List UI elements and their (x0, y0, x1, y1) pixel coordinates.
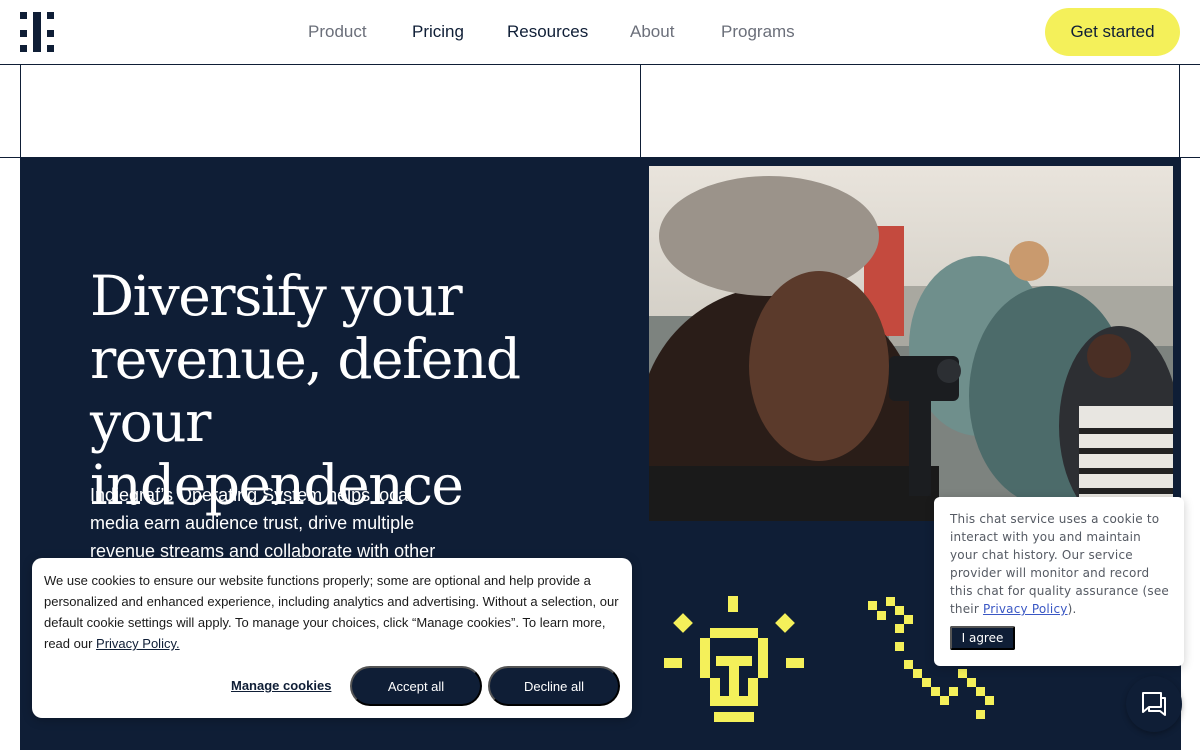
chat-privacy-link[interactable]: Privacy Policy (983, 602, 1068, 616)
decline-all-button[interactable]: Decline all (488, 666, 620, 706)
hero-description: Indiegraf’s Operating System helps local… (90, 485, 436, 561)
cookie-banner: We use cookies to ensure our website fun… (32, 558, 632, 718)
grid-divider (640, 64, 641, 158)
chat-notice-body: This chat service uses a cookie to inter… (950, 512, 1170, 616)
grid-frame (20, 64, 1180, 158)
cookie-privacy-link[interactable]: Privacy Policy. (96, 636, 180, 651)
chat-notice-end: ). (1067, 602, 1077, 616)
manage-cookies-link[interactable]: Manage cookies (231, 678, 331, 693)
nav-resources-link[interactable]: Resources (507, 22, 588, 42)
chat-notice-text: This chat service uses a cookie to inter… (950, 510, 1172, 618)
accept-all-button[interactable]: Accept all (350, 666, 482, 706)
hero-photo (649, 166, 1173, 521)
nav-about-link[interactable]: About (630, 22, 674, 42)
chat-cookie-notice: This chat service uses a cookie to inter… (934, 497, 1184, 666)
hero-title: Diversify your revenue, defend your inde… (90, 264, 521, 517)
chat-launcher-button[interactable] (1126, 676, 1182, 732)
chat-bubble-icon (1142, 692, 1166, 716)
cookie-banner-text: We use cookies to ensure our website fun… (44, 570, 620, 654)
nav-programs-link[interactable]: Programs (721, 22, 795, 42)
lightbulb-icon (664, 596, 804, 722)
get-started-button[interactable]: Get started (1045, 8, 1180, 56)
i-agree-button[interactable]: I agree (950, 626, 1015, 650)
nav-product-link[interactable]: Product (308, 22, 367, 42)
site-header: Product Pricing Resources About Programs… (0, 0, 1200, 65)
nav-pricing-link[interactable]: Pricing (412, 22, 464, 42)
main-nav: Product Pricing Resources About Programs (0, 0, 1200, 64)
